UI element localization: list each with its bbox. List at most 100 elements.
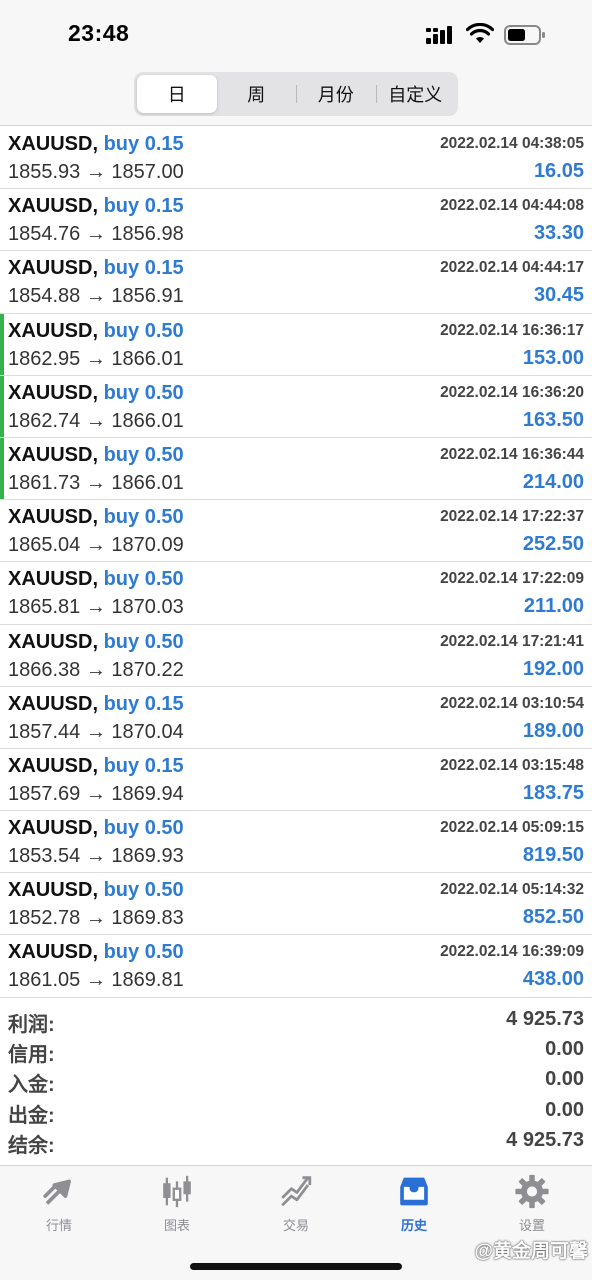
trade-symbol: XAUUSD, buy 0.50 xyxy=(8,817,184,840)
period-segmented-control: 日 周 月份 自定义 xyxy=(134,72,458,116)
symbol-text: XAUUSD, xyxy=(8,443,99,466)
trade-time: 2022.02.14 05:14:32 xyxy=(440,881,584,899)
summary-value: 4 925.73 xyxy=(506,1128,584,1151)
tab-trade[interactable]: 交易 xyxy=(237,1174,355,1234)
summary-deposit-row: 入金: 0.00 xyxy=(0,1066,592,1096)
trade-profit: 33.30 xyxy=(533,222,584,245)
trade-row[interactable]: XAUUSD, buy 0.50 2022.02.14 16:36:17 186… xyxy=(0,313,592,376)
status-time: 23:48 xyxy=(68,20,130,46)
symbol-text: XAUUSD, xyxy=(8,754,99,777)
trade-row[interactable]: XAUUSD, buy 0.15 2022.02.14 04:44:08 185… xyxy=(0,189,592,252)
trade-side: buy 0.50 xyxy=(103,443,184,466)
trade-profit: 852.50 xyxy=(522,906,584,929)
trade-prices: 1865.81 → 1870.03 xyxy=(8,596,184,619)
trade-side: buy 0.15 xyxy=(103,195,184,218)
trade-side: buy 0.15 xyxy=(103,133,184,155)
symbol-text: XAUUSD, xyxy=(8,568,99,591)
trade-time: 2022.02.14 16:36:17 xyxy=(440,321,584,339)
trade-time: 2022.02.14 16:36:44 xyxy=(440,445,584,463)
segment-day[interactable]: 日 xyxy=(137,75,217,113)
quotes-icon xyxy=(43,1179,71,1205)
trade-row[interactable]: XAUUSD, buy 0.50 2022.02.14 05:14:32 185… xyxy=(0,873,592,936)
watermark-text: @黄金周可馨 xyxy=(474,1241,588,1262)
summary-label: 信用: xyxy=(8,1044,55,1067)
trade-profit: 252.50 xyxy=(522,533,584,556)
summary-profit-row: 利润: 4 925.73 xyxy=(0,1006,592,1036)
tab-label: 设置 xyxy=(518,1218,545,1233)
trade-prices: 1854.88 → 1856.91 xyxy=(8,285,184,308)
trade-prices: 1862.95 → 1866.01 xyxy=(8,347,184,370)
trade-time: 2022.02.14 03:10:54 xyxy=(440,694,584,712)
trade-prices: 1855.93 → 1857.00 xyxy=(8,161,184,183)
trade-symbol: XAUUSD, buy 0.50 xyxy=(8,568,184,591)
trade-symbol: XAUUSD, buy 0.50 xyxy=(8,320,184,343)
trade-symbol: XAUUSD, buy 0.15 xyxy=(8,693,184,716)
trade-row[interactable]: XAUUSD, buy 0.15 2022.02.14 03:10:54 185… xyxy=(0,687,592,749)
segment-custom[interactable]: 自定义 xyxy=(375,75,456,113)
trade-profit: 211.00 xyxy=(523,595,584,618)
trade-side: buy 0.50 xyxy=(103,506,184,529)
symbol-text: XAUUSD, xyxy=(8,257,99,280)
symbol-text: XAUUSD, xyxy=(8,630,99,653)
summary-label: 入金: xyxy=(8,1074,55,1097)
summary-withdrawal-row: 出金: 0.00 xyxy=(0,1097,592,1127)
trade-symbol: XAUUSD, buy 0.15 xyxy=(8,195,184,218)
trade-prices: 1857.69 → 1869.94 xyxy=(8,782,184,805)
symbol-text: XAUUSD, xyxy=(8,506,99,529)
segment-week[interactable]: 周 xyxy=(217,75,297,113)
trade-time: 2022.02.14 16:39:09 xyxy=(440,943,584,961)
trade-row[interactable]: XAUUSD, buy 0.50 2022.02.14 17:22:37 186… xyxy=(0,500,592,563)
status-bar: 23:48 xyxy=(0,0,592,64)
summary-label: 出金: xyxy=(8,1104,55,1127)
summary-value: 0.00 xyxy=(545,1098,584,1121)
tab-label: 交易 xyxy=(282,1218,309,1233)
trade-row[interactable]: XAUUSD, buy 0.15 2022.02.14 03:15:48 185… xyxy=(0,749,592,812)
trade-row[interactable]: XAUUSD, buy 0.50 2022.02.14 05:09:15 185… xyxy=(0,811,592,874)
trade-prices: 1854.76 → 1856.98 xyxy=(8,223,184,246)
trade-time: 2022.02.14 04:44:17 xyxy=(440,259,584,277)
tab-history[interactable]: 历史 xyxy=(355,1174,473,1234)
trade-profit: 819.50 xyxy=(522,844,584,867)
trade-symbol: XAUUSD, buy 0.50 xyxy=(8,444,184,467)
trade-symbol: XAUUSD, buy 0.15 xyxy=(8,257,184,280)
chart-icon xyxy=(163,1175,191,1208)
trade-time: 2022.02.14 17:22:09 xyxy=(440,570,584,588)
bottom-tab-bar: 行情 图表 交易 历史 设置 @黄金周可馨 xyxy=(0,1165,592,1280)
trade-symbol: XAUUSD, buy 0.50 xyxy=(8,506,184,529)
tab-label: 图表 xyxy=(163,1218,190,1233)
tab-label: 行情 xyxy=(45,1218,72,1233)
trade-prices: 1862.74 → 1866.01 xyxy=(8,409,184,432)
trade-profit: 153.00 xyxy=(522,346,584,369)
tab-chart[interactable]: 图表 xyxy=(118,1174,236,1234)
summary-value: 0.00 xyxy=(545,1068,584,1091)
trade-row[interactable]: XAUUSD, buy 0.15 2022.02.14 04:38:05 185… xyxy=(0,127,592,190)
trade-profit: 163.50 xyxy=(522,408,584,431)
symbol-text: XAUUSD, xyxy=(8,941,99,964)
trade-prices: 1866.38 → 1870.22 xyxy=(8,658,184,681)
symbol-text: XAUUSD, xyxy=(8,692,99,715)
trade-profit: 183.75 xyxy=(522,781,584,804)
trade-symbol: XAUUSD, buy 0.50 xyxy=(8,382,184,405)
trade-row[interactable]: XAUUSD, buy 0.50 2022.02.14 16:36:20 186… xyxy=(0,375,592,438)
trade-side: buy 0.15 xyxy=(103,754,184,777)
trade-time: 2022.02.14 17:21:41 xyxy=(440,632,584,650)
trade-time: 2022.02.14 04:44:08 xyxy=(440,197,584,215)
trade-row[interactable]: XAUUSD, buy 0.50 2022.02.14 16:36:44 186… xyxy=(0,437,592,501)
trade-row[interactable]: XAUUSD, buy 0.50 2022.02.14 17:22:09 186… xyxy=(0,562,592,625)
trade-profit: 189.00 xyxy=(522,719,584,742)
trade-row[interactable]: XAUUSD, buy 0.50 2022.02.14 17:21:41 186… xyxy=(0,625,592,687)
trade-row[interactable]: XAUUSD, buy 0.50 2022.02.14 16:39:09 186… xyxy=(0,935,592,998)
trade-prices: 1853.54 → 1869.93 xyxy=(8,845,184,868)
trade-time: 2022.02.14 17:22:37 xyxy=(440,508,584,526)
battery-icon xyxy=(504,25,545,45)
trade-profit: 214.00 xyxy=(522,470,584,493)
tab-quotes[interactable]: 行情 xyxy=(0,1174,118,1234)
summary-value: 0.00 xyxy=(545,1038,584,1061)
wifi-icon xyxy=(466,23,494,43)
tab-settings[interactable]: 设置 xyxy=(473,1174,591,1234)
trade-side: buy 0.15 xyxy=(103,257,184,280)
symbol-text: XAUUSD, xyxy=(8,319,99,342)
trade-row[interactable]: XAUUSD, buy 0.15 2022.02.14 04:44:17 185… xyxy=(0,251,592,314)
home-indicator[interactable] xyxy=(190,1263,402,1270)
segment-month[interactable]: 月份 xyxy=(296,75,376,113)
